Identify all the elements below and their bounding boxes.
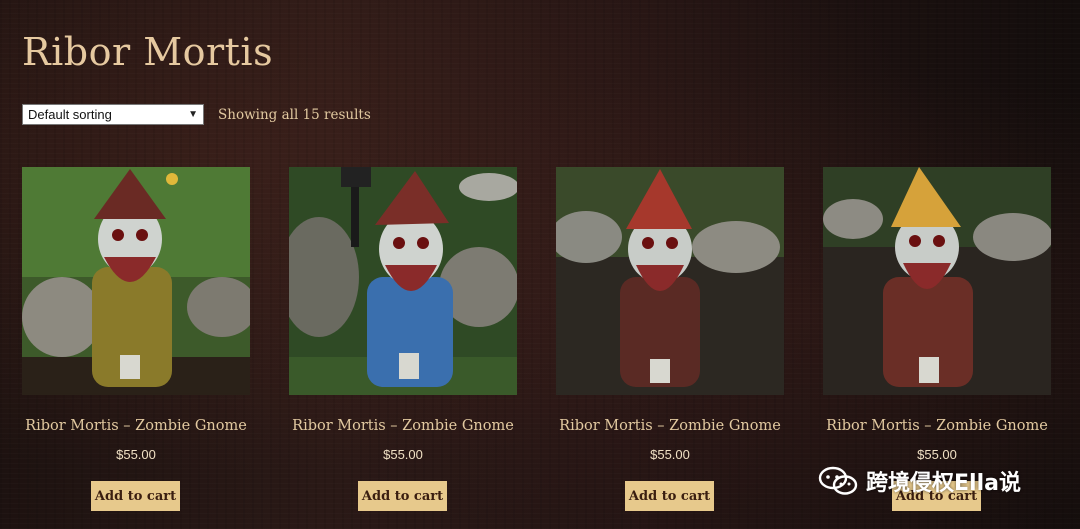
product-price: $55.00: [650, 447, 690, 462]
add-to-cart-button[interactable]: Add to cart: [625, 481, 714, 511]
product-name[interactable]: Ribor Mortis – Zombie Gnome: [269, 418, 537, 434]
result-count: Showing all 15 results: [218, 106, 371, 123]
product-card: Ribor Mortis – Zombie Gnome $55.00 Add t…: [556, 167, 784, 511]
watermark-text: 跨境侵权Ella说: [866, 471, 1021, 496]
product-image[interactable]: [22, 167, 250, 395]
product-card: Ribor Mortis – Zombie Gnome $55.00 Add t…: [823, 167, 1051, 511]
product-card: Ribor Mortis – Zombie Gnome $55.00 Add t…: [22, 167, 250, 511]
product-name[interactable]: Ribor Mortis – Zombie Gnome: [803, 418, 1071, 434]
product-card: Ribor Mortis – Zombie Gnome $55.00 Add t…: [289, 167, 517, 511]
product-image[interactable]: [556, 167, 784, 395]
page-title: Ribor Mortis: [22, 30, 274, 74]
sort-select[interactable]: Default sorting ▼: [22, 104, 204, 125]
watermark: 跨境侵权Ella说: [818, 465, 1021, 497]
product-price: $55.00: [917, 447, 957, 462]
product-image[interactable]: [823, 167, 1051, 395]
add-to-cart-button[interactable]: Add to cart: [358, 481, 447, 511]
wechat-icon: [818, 466, 858, 495]
product-name[interactable]: Ribor Mortis – Zombie Gnome: [2, 418, 270, 434]
shop-toolbar: Default sorting ▼ Showing all 15 results: [22, 104, 371, 125]
product-name[interactable]: Ribor Mortis – Zombie Gnome: [536, 418, 804, 434]
add-to-cart-button[interactable]: Add to cart: [91, 481, 180, 511]
product-price: $55.00: [383, 447, 423, 462]
chevron-down-icon: ▼: [188, 109, 198, 120]
product-image[interactable]: [289, 167, 517, 395]
sort-selected-value: Default sorting: [28, 107, 112, 122]
product-price: $55.00: [116, 447, 156, 462]
